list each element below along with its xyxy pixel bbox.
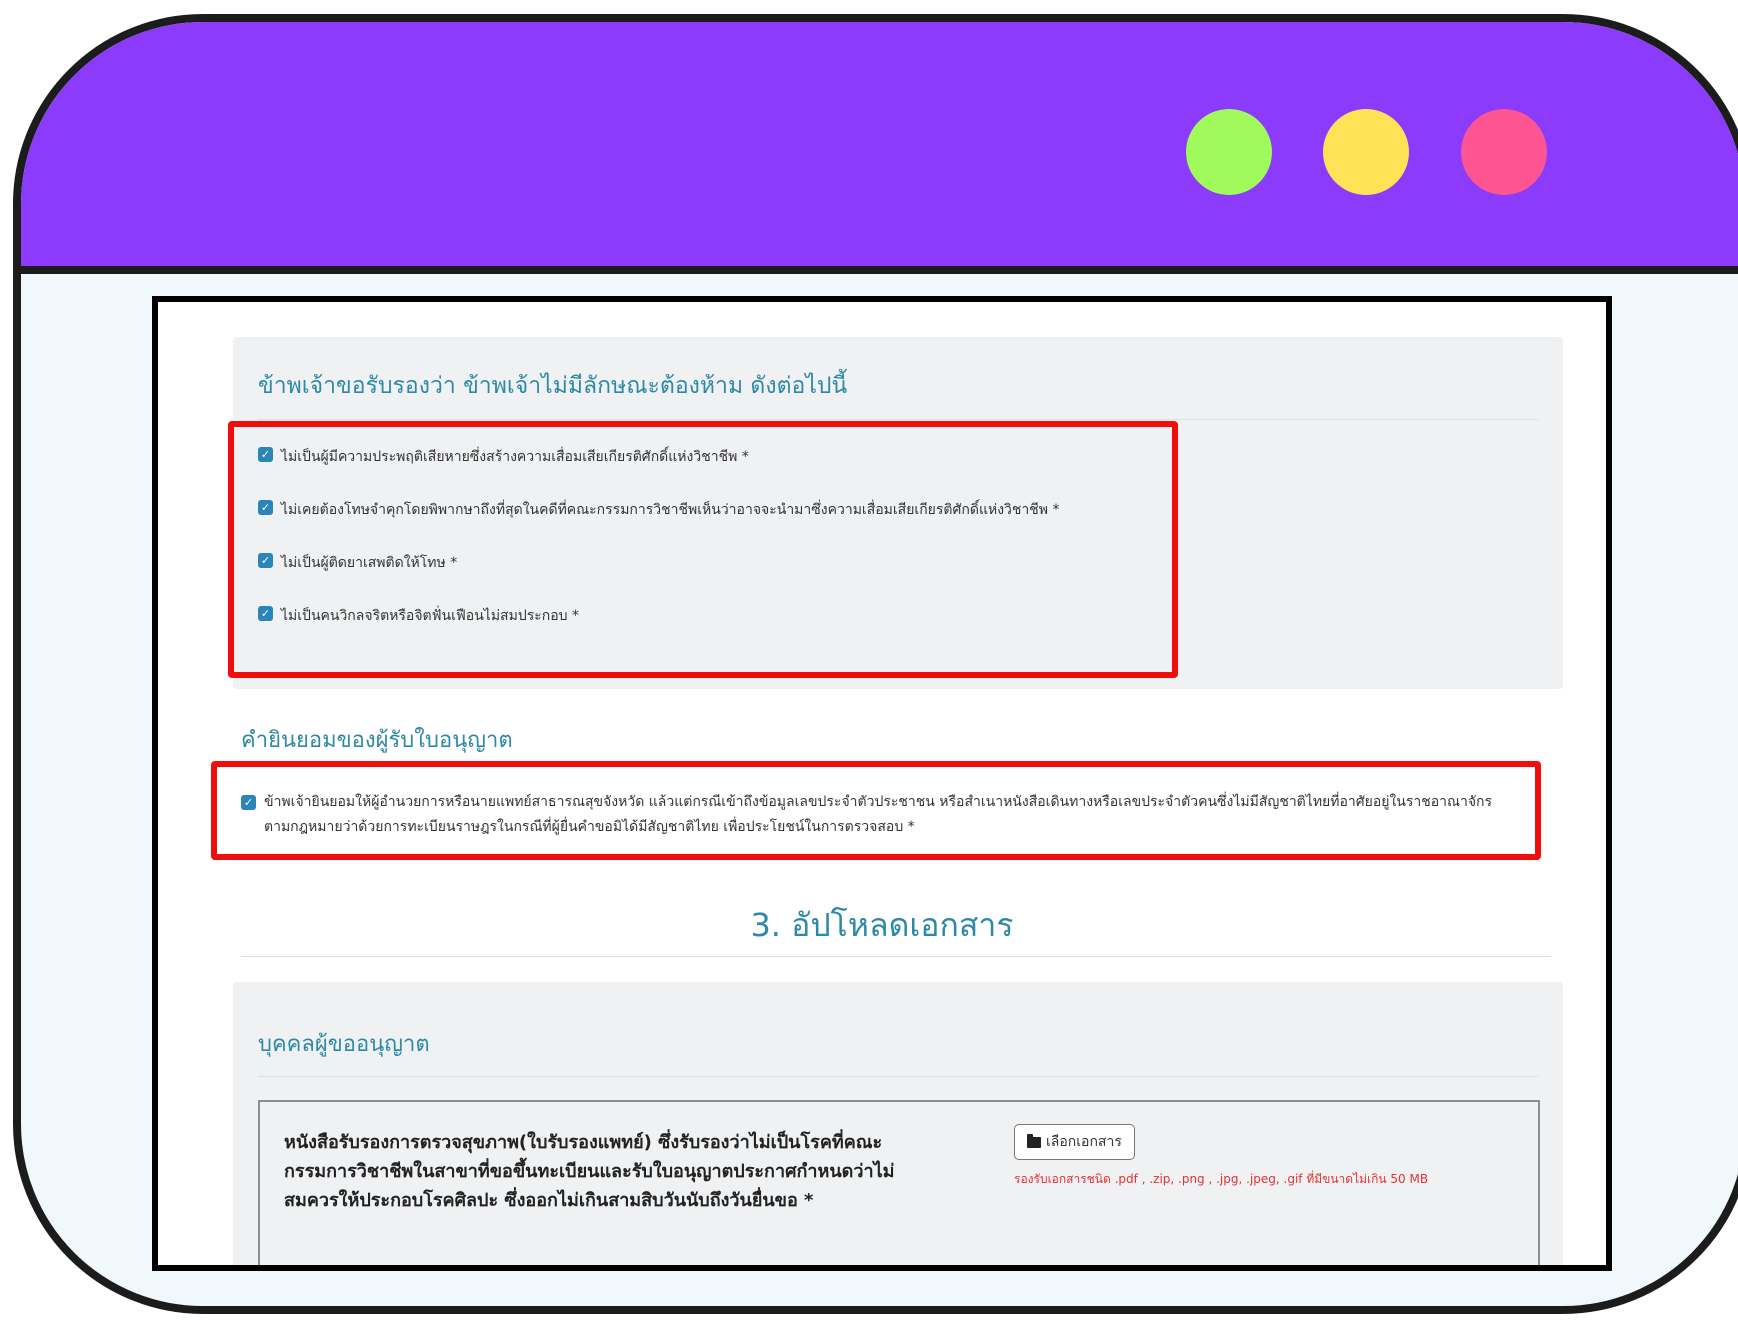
divider — [258, 419, 1538, 420]
choose-file-button[interactable]: เลือกเอกสาร — [1014, 1124, 1135, 1160]
highlight-box-declaration — [228, 421, 1178, 678]
upload-section-title: 3. อัปโหลดเอกสาร — [750, 906, 1014, 944]
green-dot-icon[interactable] — [1186, 109, 1272, 195]
yellow-dot-icon[interactable] — [1323, 109, 1409, 195]
pink-dot-icon[interactable] — [1461, 109, 1547, 195]
folder-icon — [1027, 1133, 1041, 1148]
consent-title: คำยินยอมของผู้รับใบอนุญาต — [241, 728, 513, 753]
choose-file-label: เลือกเอกสาร — [1046, 1134, 1122, 1150]
declaration-title: ข้าพเจ้าขอรับรองว่า ข้าพเจ้าไม่มีลักษณะต… — [258, 373, 848, 399]
form-screenshot: ข้าพเจ้าขอรับรองว่า ข้าพเจ้าไม่มีลักษณะต… — [152, 296, 1612, 1271]
document-upload-row: หนังสือรับรองการตรวจสุขภาพ(ใบรับรองแพทย์… — [258, 1100, 1540, 1265]
highlight-box-consent — [211, 761, 1541, 860]
file-type-note: รองรับเอกสารชนิด .pdf , .zip, .png , .jp… — [1014, 1172, 1429, 1186]
window-titlebar — [21, 22, 1738, 274]
divider — [241, 956, 1551, 957]
document-label: หนังสือรับรองการตรวจสุขภาพ(ใบรับรองแพทย์… — [284, 1132, 895, 1211]
divider — [258, 1076, 1538, 1077]
applicant-title: บุคคลผู้ขออนุญาต — [258, 1032, 430, 1057]
